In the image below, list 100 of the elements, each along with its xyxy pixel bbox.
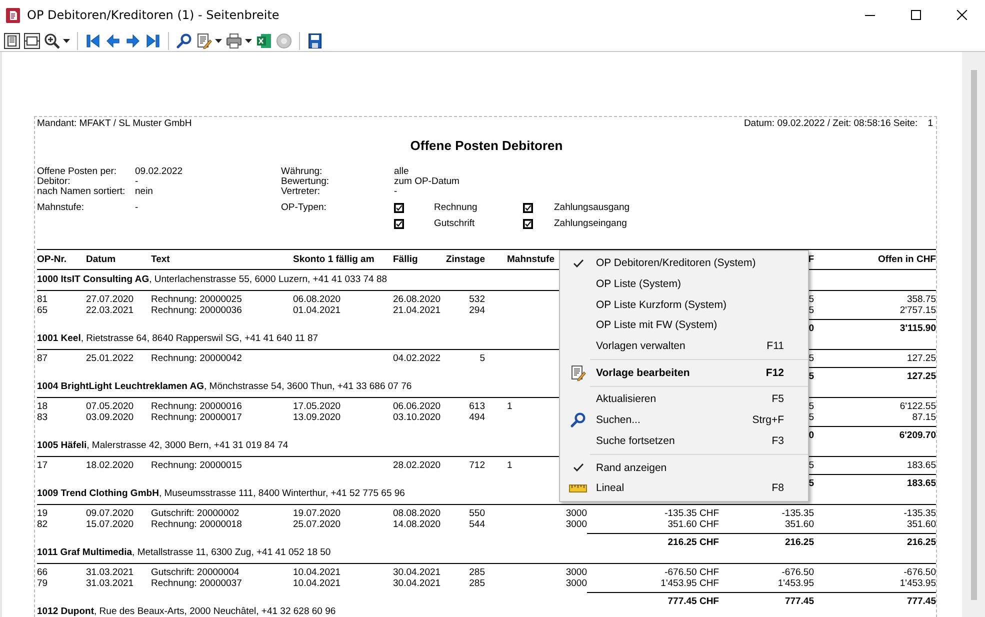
param-label: Vertreter: xyxy=(281,187,322,197)
menu-item[interactable]: OP Liste mit FW (System) xyxy=(560,315,808,336)
table-cell: -676.50 CHF xyxy=(664,567,719,578)
table-cell: 83 xyxy=(37,412,48,423)
table-cell: 30.04.2021 xyxy=(393,567,441,578)
date-time-text: Datum: 09.02.2022 / Zeit: 08:58:16 Seite: xyxy=(744,118,918,129)
edit-icon[interactable] xyxy=(570,364,586,381)
menu-item[interactable]: OP Debitoren/Kreditoren (System) xyxy=(560,253,808,274)
customer-header: 1012 Dupont, Rue des Beaux-Arts, 2000 Neuchâtel, +41 32 628 60 96 xyxy=(37,607,936,617)
table-cell: 87.15 xyxy=(912,412,936,423)
previous-page-icon[interactable] xyxy=(105,32,121,48)
search-icon[interactable] xyxy=(176,32,192,48)
table-cell: 3000 xyxy=(566,508,587,519)
total-cell: 777.45 xyxy=(906,596,936,607)
column-header: F xyxy=(808,254,814,265)
table-cell: 79 xyxy=(37,578,48,589)
page-width-icon[interactable] xyxy=(24,32,40,48)
excel-icon[interactable] xyxy=(256,32,272,48)
next-page-icon[interactable] xyxy=(125,32,141,48)
last-page-icon[interactable] xyxy=(145,32,161,48)
save-icon[interactable] xyxy=(307,32,323,48)
page-number: 1 xyxy=(928,118,933,129)
customer-header: 1011 Graf Multimedia, Metallstrasse 11, 6300 Zug, +41 41 052 18 50 xyxy=(37,548,936,564)
table-cell: 30.04.2021 xyxy=(393,578,441,589)
total-cell: 183.65 xyxy=(906,478,936,489)
zoom-icon[interactable] xyxy=(44,32,60,48)
total-cell: 5 xyxy=(808,478,814,489)
menu-item[interactable]: OP Liste Kurzform (System) xyxy=(560,294,808,316)
op-type-label: Zahlungseingang xyxy=(554,217,628,231)
table-cell: 22.03.2021 xyxy=(86,305,134,316)
total-cell: 6'209.70 xyxy=(899,430,936,441)
table-cell: -676.50 xyxy=(904,567,936,578)
table-cell: 285 xyxy=(469,567,485,578)
table-cell: 01.04.2021 xyxy=(293,305,341,316)
total-cell: 216.25 CHF xyxy=(668,537,719,548)
param-value: - xyxy=(135,177,140,187)
table-cell: -135.35 CHF xyxy=(664,508,719,519)
table-cell: 04.02.2022 xyxy=(393,353,441,364)
table-cell: 17 xyxy=(37,460,48,471)
total-cell: 127.25 xyxy=(906,371,936,382)
printer-icon[interactable] xyxy=(226,32,242,48)
table-cell: 31.03.2021 xyxy=(86,578,134,589)
table-cell: 3000 xyxy=(566,567,587,578)
table-cell: 285 xyxy=(469,578,485,589)
column-header: Skonto 1 fällig am xyxy=(293,254,374,265)
param-value: zum OP-Datum xyxy=(394,177,460,187)
menu-item[interactable]: Suchen... Strg+F xyxy=(560,410,808,430)
close-icon[interactable] xyxy=(957,10,967,20)
table-cell: Rechnung: 20000017 xyxy=(151,412,242,423)
table-cell: 26.08.2020 xyxy=(393,294,441,305)
first-page-icon[interactable] xyxy=(85,32,101,48)
table-cell: 5 xyxy=(808,305,814,316)
table-cell: 25.07.2020 xyxy=(293,519,341,530)
table-cell: 5 xyxy=(808,401,814,412)
table-cell: 613 xyxy=(469,401,485,412)
table-cell: 19 xyxy=(37,508,48,519)
edit-icon[interactable] xyxy=(196,32,212,48)
caret-icon[interactable] xyxy=(245,38,252,42)
menu-item[interactable]: Vorlage bearbeiten F12 xyxy=(560,362,808,384)
table-cell: 1'453.95 xyxy=(900,578,936,589)
table-cell: -135.35 xyxy=(782,508,814,519)
column-header: Datum xyxy=(86,254,116,265)
table-cell: 183.65 xyxy=(906,460,936,471)
table-cell: 21.04.2021 xyxy=(393,305,441,316)
table-cell: Rechnung: 20000037 xyxy=(151,578,242,589)
table-cell: 18 xyxy=(37,401,48,412)
caret-icon[interactable] xyxy=(215,38,222,42)
table-cell: 5 xyxy=(480,353,485,364)
op-type-label: Gutschrift xyxy=(434,217,476,231)
total-cell: 0 xyxy=(808,430,814,441)
report-title: Offene Posten Debitoren xyxy=(409,138,564,154)
table-cell: Rechnung: 20000018 xyxy=(151,519,242,530)
table-cell: 351.60 xyxy=(784,519,814,530)
caret-icon[interactable] xyxy=(63,38,70,42)
table-cell: 1'453.95 xyxy=(778,578,814,589)
table-cell: 25.01.2022 xyxy=(86,353,134,364)
menu-item[interactable]: Rand anzeigen xyxy=(560,457,808,478)
param-value: nein xyxy=(135,187,154,197)
param-label: nach Namen sortiert: xyxy=(37,187,126,197)
table-cell: Gutschrift: 20000002 xyxy=(151,508,240,519)
search-icon[interactable] xyxy=(570,412,586,428)
param-value: alle xyxy=(394,167,410,177)
table-cell: 65 xyxy=(37,305,48,316)
table-cell: Rechnung: 20000025 xyxy=(151,294,242,305)
window-title: OP Debitoren/Kreditoren (1) - Seitenbreite xyxy=(27,8,280,22)
scrollbar-thumb[interactable] xyxy=(970,70,976,600)
param-value: 09.02.2022 xyxy=(135,167,184,177)
total-cell: 3'115.90 xyxy=(900,323,936,334)
page-icon[interactable] xyxy=(4,32,20,48)
table-cell: 5 xyxy=(808,460,814,471)
table-cell: Rechnung: 20000016 xyxy=(151,401,242,412)
total-cell: 216.25 xyxy=(784,537,814,548)
table-cell: Gutschrift: 20000004 xyxy=(151,567,240,578)
table-cell: 494 xyxy=(469,412,485,423)
table-cell: 14.08.2020 xyxy=(393,519,441,530)
table-cell: 17.05.2020 xyxy=(293,401,341,412)
maximize-icon[interactable] xyxy=(911,10,921,20)
table-cell: 82 xyxy=(37,519,48,530)
table-cell: 10.04.2021 xyxy=(293,567,341,578)
table-cell: 2'757.15 xyxy=(900,305,936,316)
